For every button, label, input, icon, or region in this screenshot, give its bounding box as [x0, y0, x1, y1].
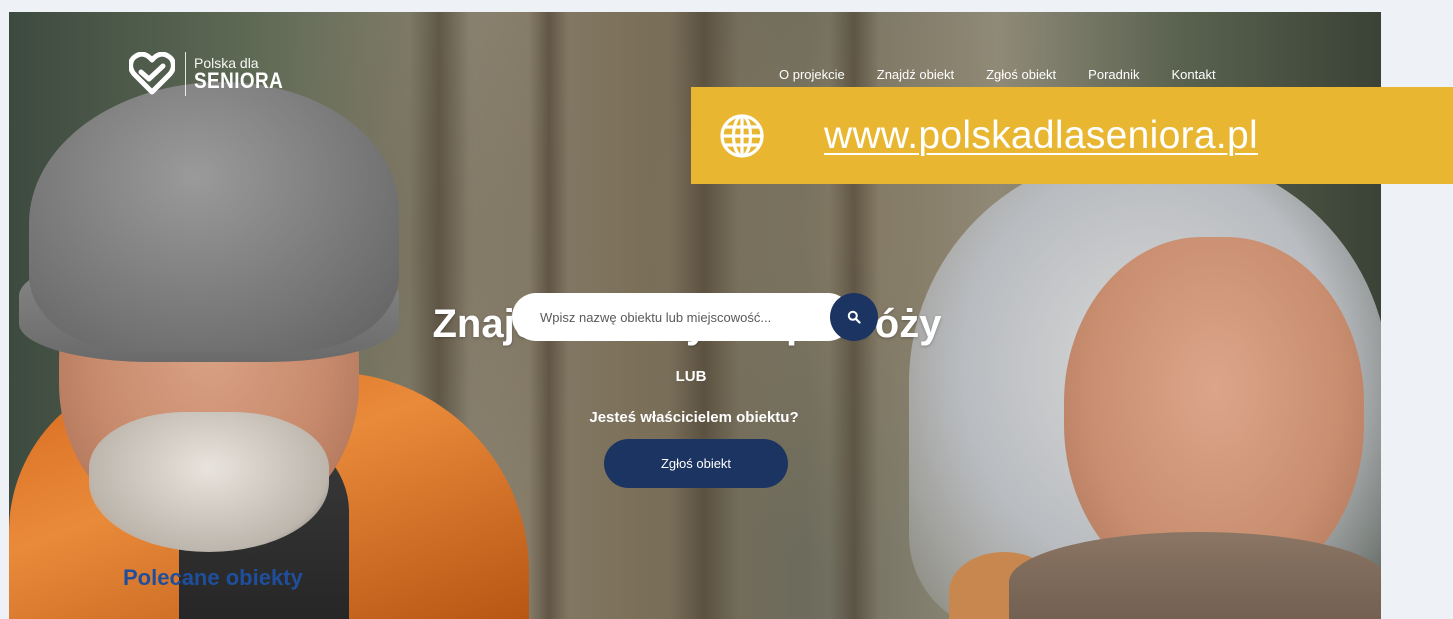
search-button[interactable]	[830, 293, 878, 341]
nav-item-o-projekcie[interactable]: O projekcie	[779, 67, 845, 82]
search-icon	[847, 310, 861, 324]
url-banner: www.polskadlaseniora.pl	[691, 87, 1453, 184]
owner-question: Jesteś właścicielem obiektu?	[589, 409, 799, 426]
logo-text: Polska dla SENIORA	[194, 56, 298, 92]
nav-item-zglos-obiekt[interactable]: Zgłoś obiekt	[986, 67, 1056, 82]
search-bar	[512, 293, 880, 343]
or-label: LUB	[675, 368, 707, 385]
nav-item-znajdz-obiekt[interactable]: Znajdź obiekt	[877, 67, 954, 82]
search-input[interactable]	[512, 293, 852, 341]
website-url-link[interactable]: www.polskadlaseniora.pl	[824, 114, 1258, 158]
main-nav: O projekcie Znajdź obiekt Zgłoś obiekt P…	[779, 67, 1216, 82]
logo-divider	[185, 52, 186, 96]
man-beard	[89, 412, 329, 552]
featured-heading: Polecane obiekty	[123, 565, 303, 590]
heart-logo-icon	[129, 52, 175, 95]
nav-item-poradnik[interactable]: Poradnik	[1088, 67, 1139, 82]
report-object-button[interactable]: Zgłoś obiekt	[604, 439, 788, 488]
site-logo[interactable]: Polska dla SENIORA	[129, 52, 298, 96]
globe-icon	[720, 113, 764, 158]
nav-item-kontakt[interactable]: Kontakt	[1171, 67, 1215, 82]
logo-line2: SENIORA	[194, 68, 284, 93]
